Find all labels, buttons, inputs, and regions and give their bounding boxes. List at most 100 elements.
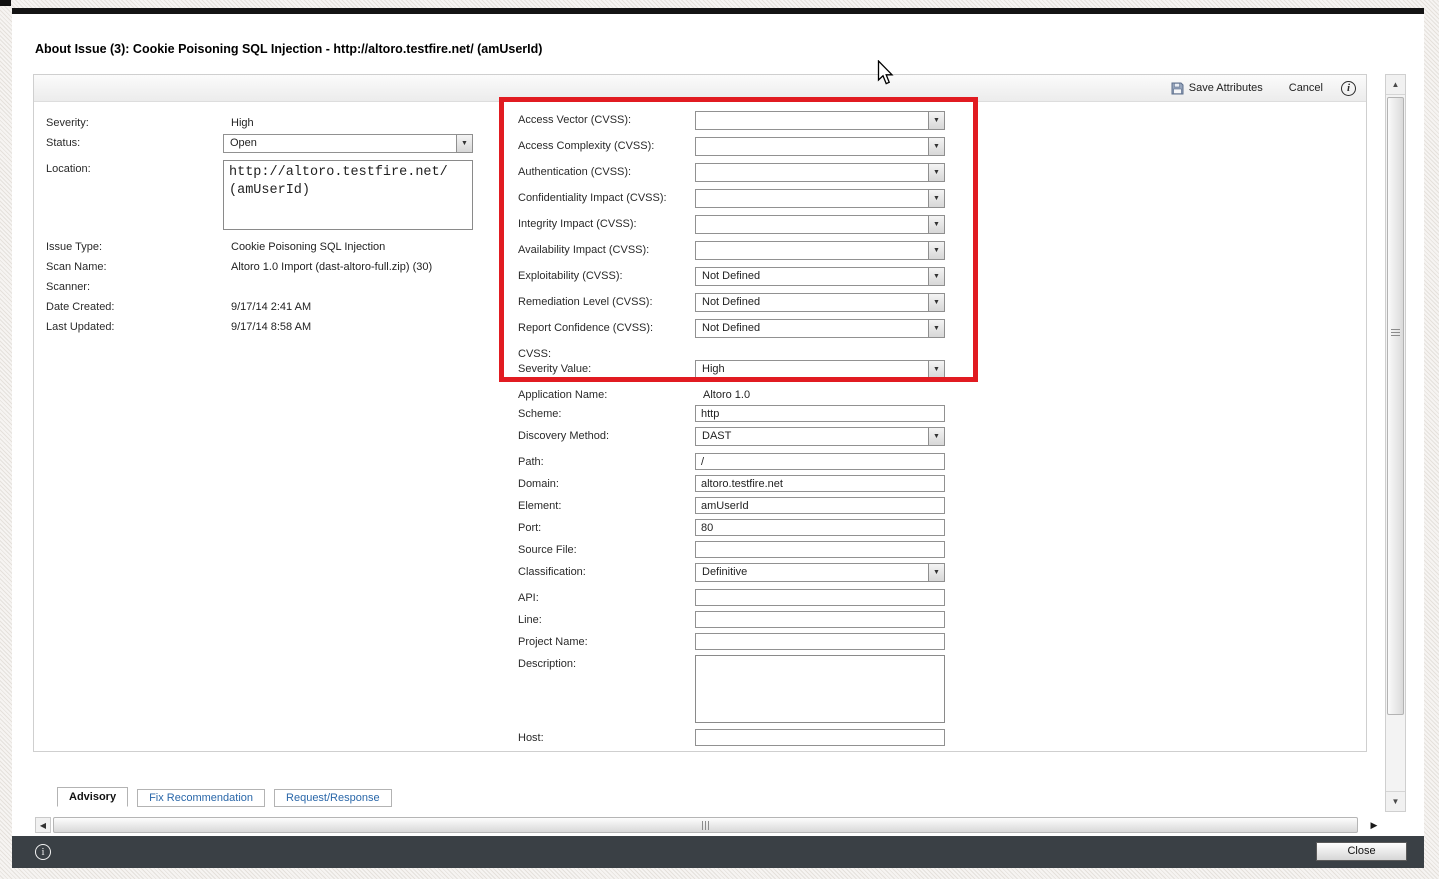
tab-advisory[interactable]: Advisory [57,787,129,807]
grip-dots-icon [1391,328,1400,336]
host-input[interactable] [695,729,945,746]
scheme-input[interactable] [695,405,945,422]
line-input[interactable] [695,611,945,628]
status-label: Status: [46,137,81,149]
panel-toolbar: Save Attributes Cancel i [34,75,1366,102]
chevron-down-icon[interactable]: ▼ [928,293,945,312]
close-button[interactable]: Close [1316,842,1407,861]
about-issue-dialog: About Issue (3): Cookie Poisoning SQL In… [12,8,1424,868]
chevron-down-icon[interactable]: ▼ [928,427,945,446]
availability-impact-cvss-select[interactable]: ▼ [695,241,945,260]
confidentiality-impact-cvss-label: Confidentiality Impact (CVSS): [518,192,667,204]
discovery-method-select[interactable]: DAST ▼ [695,427,945,446]
status-select[interactable]: Open ▼ [223,134,473,153]
host-label: Host: [518,732,544,744]
issue-attributes-panel: Save Attributes Cancel i Severity: High St… [33,74,1367,752]
access-complexity-cvss-select[interactable]: ▼ [695,137,945,156]
info-icon[interactable]: i [1341,80,1356,96]
tab-fix-recommendation[interactable]: Fix Recommendation [137,789,266,807]
chevron-down-icon[interactable]: ▼ [928,189,945,208]
project-name-input[interactable] [695,633,945,650]
availability-impact-cvss-label: Availability Impact (CVSS): [518,244,650,256]
domain-label: Domain: [518,478,559,490]
description-label: Description: [518,658,577,670]
access-vector-cvss-label: Access Vector (CVSS): [518,114,632,126]
chevron-right-icon[interactable]: ▶ [1365,817,1383,833]
save-attributes-label: Save Attributes [1188,82,1263,94]
authentication-cvss-label: Authentication (CVSS): [518,166,632,178]
path-label: Path: [518,456,544,468]
chevron-down-icon[interactable]: ▼ [928,319,945,338]
domain-input[interactable] [695,475,945,492]
access-complexity-cvss-selected-value [696,138,928,155]
remediation-level-cvss-selected-value: Not Defined [702,296,761,308]
application-name-value: Altoro 1.0 [703,389,751,401]
location-textarea[interactable]: http://altoro.testfire.net/ (amUserId) [223,160,473,230]
project-name-label: Project Name: [518,636,588,648]
chevron-down-icon[interactable]: ▼ [928,215,945,234]
authentication-cvss-select[interactable]: ▼ [695,163,945,182]
chevron-down-icon[interactable]: ▼ [928,563,945,582]
authentication-cvss-selected-value [696,164,928,181]
vertical-scrollbar-thumb[interactable] [1387,97,1404,715]
chevron-down-icon[interactable]: ▼ [928,111,945,130]
description-textarea[interactable] [695,655,945,723]
availability-impact-cvss-selected-value [696,242,928,259]
element-input[interactable] [695,497,945,514]
grip-dots-icon [702,820,709,830]
chevron-up-icon[interactable]: ▲ [1386,75,1405,95]
scanner-label: Scanner: [46,281,91,293]
severity-value: High [231,117,254,129]
horizontal-scrollbar[interactable]: ◀ ▶ [35,816,1383,834]
classification-label: Classification: [518,566,586,578]
classification-select[interactable]: Definitive ▼ [695,563,945,582]
integrity-impact-cvss-select[interactable]: ▼ [695,215,945,234]
line-label: Line: [518,614,542,626]
severity-value-select[interactable]: High ▼ [695,360,945,379]
window-edge-fragment [0,0,11,6]
scan-name-label: Scan Name: [46,261,107,273]
source-file-input[interactable] [695,541,945,558]
report-confidence-cvss-select[interactable]: Not Defined ▼ [695,319,945,338]
path-input[interactable] [695,453,945,470]
remediation-level-cvss-select[interactable]: Not Defined ▼ [695,293,945,312]
integrity-impact-cvss-selected-value [696,216,928,233]
info-icon[interactable]: i [35,844,51,860]
chevron-down-icon[interactable]: ▼ [456,134,473,153]
chevron-down-icon[interactable]: ▼ [928,267,945,286]
chevron-down-icon[interactable]: ▼ [928,137,945,156]
floppy-disk-icon [1171,82,1184,94]
chevron-left-icon[interactable]: ◀ [35,817,51,833]
issue-type-label: Issue Type: [46,241,103,253]
severity-value-label: Severity Value: [518,363,592,375]
application-name-label: Application Name: [518,389,608,401]
api-input[interactable] [695,589,945,606]
confidentiality-impact-cvss-select[interactable]: ▼ [695,189,945,208]
vertical-scrollbar[interactable]: ▲ ▼ [1385,74,1406,812]
chevron-down-icon[interactable]: ▼ [928,241,945,260]
api-label: API: [518,592,539,604]
date-created-label: Date Created: [46,301,115,313]
horizontal-scrollbar-thumb[interactable] [53,817,1358,833]
exploitability-cvss-select[interactable]: Not Defined ▼ [695,267,945,286]
severity-label: Severity: [46,117,89,129]
chevron-down-icon[interactable]: ▼ [928,360,945,379]
chevron-down-icon[interactable]: ▼ [928,163,945,182]
port-input[interactable] [695,519,945,536]
screenshot-root: About Issue (3): Cookie Poisoning SQL In… [0,0,1439,879]
scanner-value [223,278,231,281]
dialog-title: About Issue (3): Cookie Poisoning SQL In… [35,42,543,56]
access-vector-cvss-select[interactable]: ▼ [695,111,945,130]
cancel-button[interactable]: Cancel [1289,82,1323,94]
tab-request-response[interactable]: Request/Response [274,789,392,807]
cancel-label: Cancel [1288,82,1323,94]
last-updated-label: Last Updated: [46,321,115,333]
issue-summary-fields: Severity: High Status: Open ▼ Location: http:/… [46,114,501,338]
classification-selected-value: Definitive [702,566,748,578]
chevron-down-icon[interactable]: ▼ [1386,791,1405,811]
port-label: Port: [518,522,542,534]
issue-type-value: Cookie Poisoning SQL Injection [231,241,386,253]
exploitability-cvss-label: Exploitability (CVSS): [518,270,623,282]
status-selected-value: Open [230,137,257,149]
save-attributes-button[interactable]: Save Attributes [1171,82,1263,95]
